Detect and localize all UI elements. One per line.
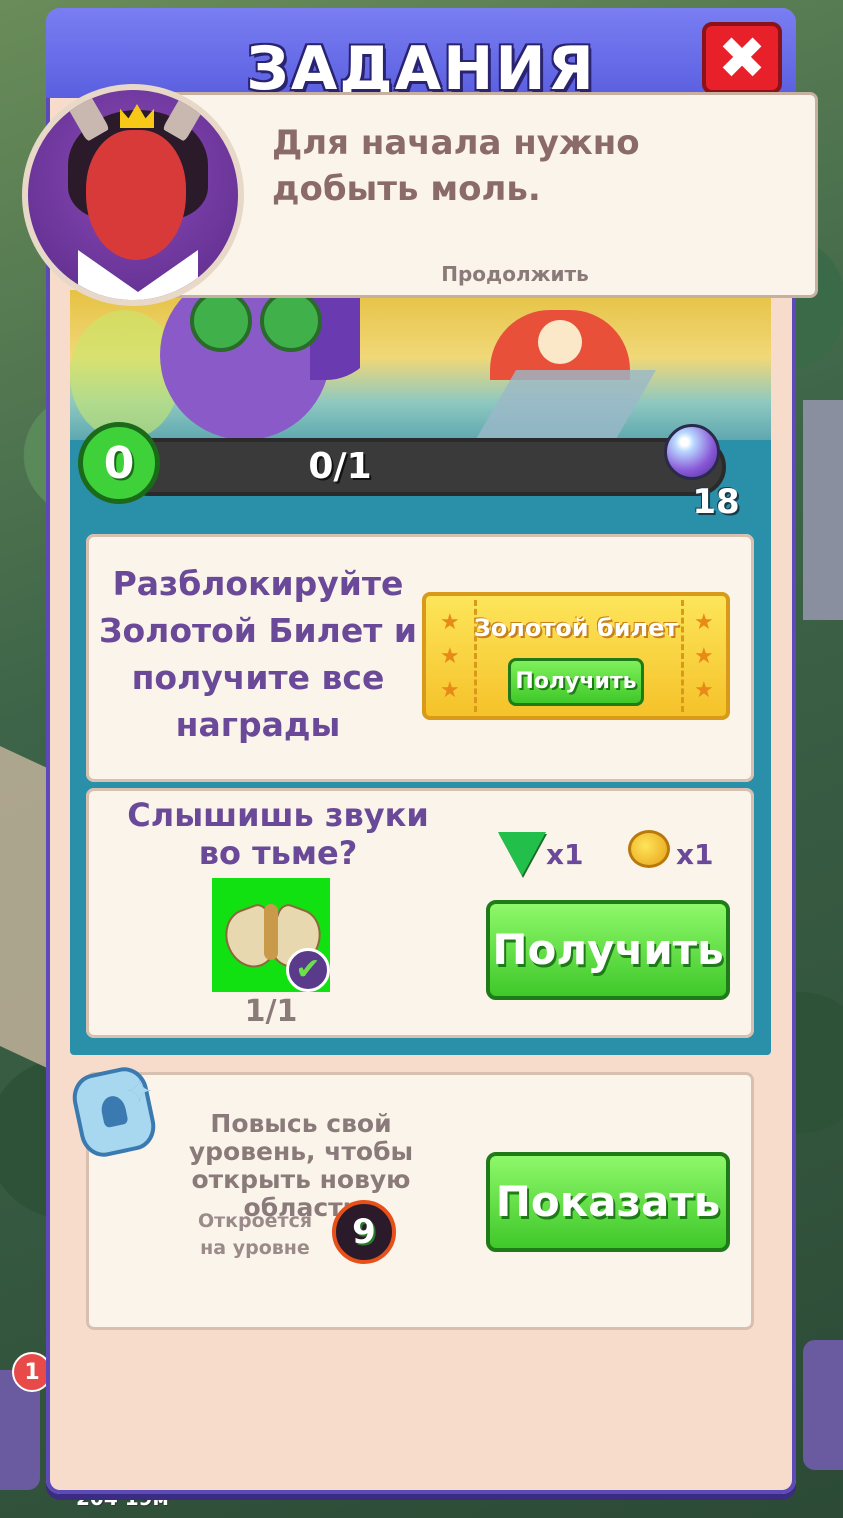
close-icon: ✖: [717, 24, 767, 92]
dialog-text: Для начала нужно добыть моль.: [272, 123, 640, 209]
star-icon: ★: [440, 678, 460, 703]
reward-coin-quantity: x1: [676, 838, 714, 871]
show-button[interactable]: Показать: [486, 1152, 730, 1252]
character-avatar: [22, 84, 244, 306]
orb-count: 18: [692, 482, 740, 522]
map-building: [803, 400, 843, 620]
event-level-badge: 0: [78, 422, 160, 504]
task-title: Слышишь звуки во тьме?: [127, 796, 429, 872]
star-icon: ✦: [126, 1072, 153, 1110]
gold-coin-icon: [628, 830, 670, 868]
star-icon: ★: [694, 678, 714, 703]
close-button[interactable]: ✖: [702, 22, 782, 94]
progress-text: 0/1: [308, 446, 372, 487]
unlock-level-label: Откроется на уровне: [197, 1210, 313, 1259]
star-icon: ★: [694, 644, 714, 669]
panel-header: ЗАДАНИЯ: [46, 8, 796, 104]
golden-ticket-title: Золотой билет: [473, 614, 679, 642]
level-lock-text: Повысь свой уровень, чтобы открыть новую…: [188, 1109, 414, 1222]
unlock-level-badge: 9: [332, 1200, 396, 1264]
star-icon: ★: [440, 644, 460, 669]
continue-button[interactable]: Продолжить: [390, 262, 640, 286]
claim-reward-button[interactable]: Получить: [486, 900, 730, 1000]
map-right-arrow-button[interactable]: [803, 1340, 843, 1470]
green-gem-icon: [498, 832, 546, 876]
task-progress: 1/1: [244, 994, 298, 1029]
reward-gem-quantity: x1: [546, 838, 584, 871]
golden-ticket-get-button[interactable]: Получить: [508, 658, 644, 706]
clown-face-image: [538, 320, 582, 364]
dragon-image: [70, 290, 360, 440]
banner-road: [464, 370, 656, 440]
crown-icon: [120, 104, 154, 128]
golden-ticket-description: Разблокируйте Золотой Билет и получите в…: [99, 564, 417, 744]
magic-orb-icon: [664, 424, 720, 480]
checkmark-icon: ✔: [286, 948, 330, 992]
